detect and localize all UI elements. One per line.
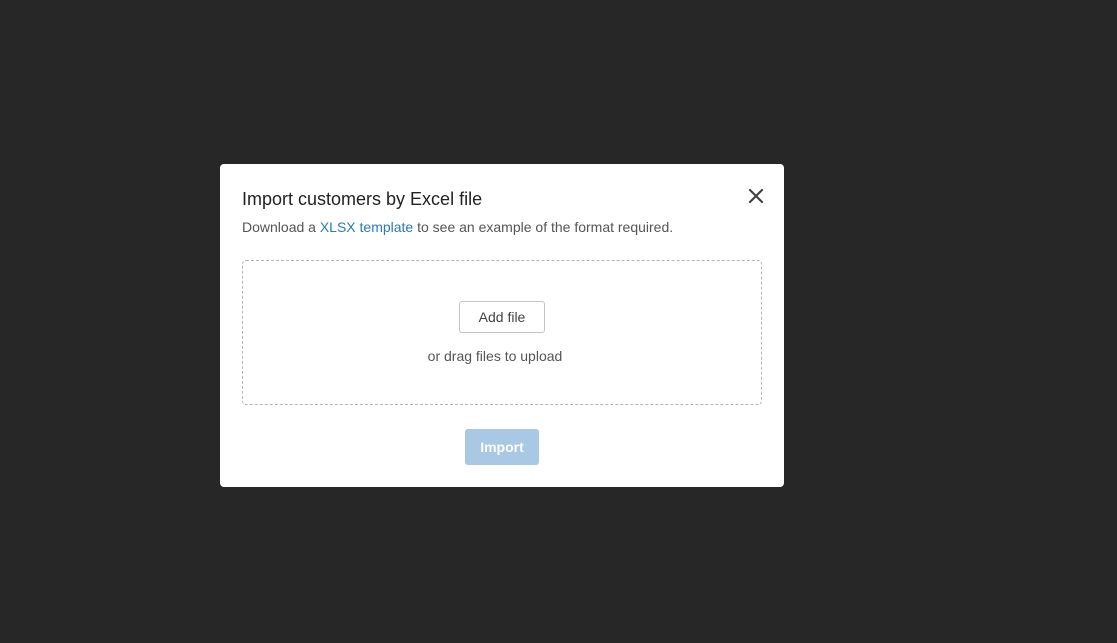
close-button[interactable] — [746, 186, 766, 206]
description-prefix: Download a — [242, 219, 320, 235]
description-suffix: to see an example of the format required… — [413, 219, 674, 235]
drag-files-hint: or drag files to upload — [427, 348, 563, 364]
import-button[interactable]: Import — [465, 429, 539, 465]
xlsx-template-link[interactable]: XLSX template — [320, 219, 413, 235]
import-customers-dialog: Import customers by Excel file Download … — [220, 164, 784, 487]
file-dropzone[interactable]: Add file or drag files to upload — [242, 260, 762, 405]
dialog-description: Download a XLSX template to see an examp… — [242, 218, 673, 236]
close-icon — [746, 186, 766, 206]
dialog-title: Import customers by Excel file — [242, 189, 483, 209]
add-file-button[interactable]: Add file — [459, 301, 545, 333]
